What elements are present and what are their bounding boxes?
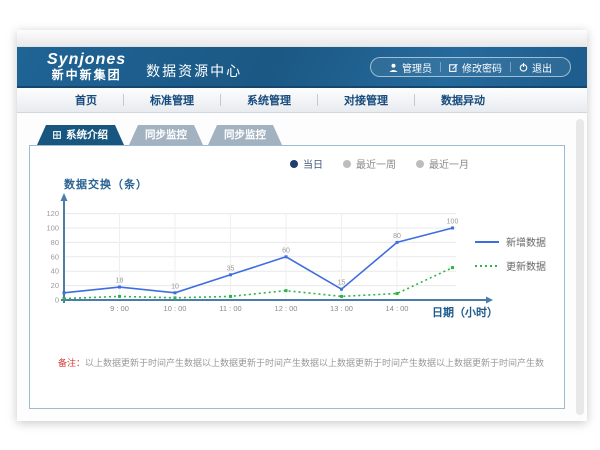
logo-secondary: 新中新集团 xyxy=(47,69,126,82)
chart-legend: 新增数据更新数据 xyxy=(475,234,546,273)
footnote: 备注：以上数据更新于时间产生数据以上数据更新于时间产生数据以上数据更新于时间产生… xyxy=(58,356,544,369)
svg-text:0: 0 xyxy=(55,296,59,305)
time-filter: 当日 最近一周 最近一月 xyxy=(290,156,469,171)
svg-text:10: 10 xyxy=(171,283,179,290)
radio-dot xyxy=(343,160,351,168)
radio-label: 当日 xyxy=(303,156,323,171)
svg-text:60: 60 xyxy=(282,247,290,254)
svg-text:13 : 00: 13 : 00 xyxy=(330,304,353,313)
tab-label: 同步监控 xyxy=(145,125,187,145)
content-area: 系统介绍同步监控同步监控 当日最近一周最近一月 数据交换（条） 02040608… xyxy=(17,113,587,421)
tab-label: 同步监控 xyxy=(224,125,266,145)
radio-label: 最近一月 xyxy=(429,156,469,171)
logo: Synjones 新中新集团 xyxy=(47,52,126,81)
tab-label: 系统介绍 xyxy=(66,125,108,145)
app-window: Synjones 新中新集团 数据资源中心 管理员修改密码退出 首页标准管理系统… xyxy=(17,30,587,421)
window-top-strip xyxy=(17,30,587,47)
user-menu-item-1[interactable]: 管理员 xyxy=(381,60,440,75)
tab-bar: 系统介绍 同步监控 同步监控 xyxy=(37,125,287,145)
user-menu-item-3[interactable]: 退出 xyxy=(511,60,560,75)
svg-text:35: 35 xyxy=(227,265,235,272)
svg-text:9 : 00: 9 : 00 xyxy=(110,304,129,313)
logo-primary: Synjones xyxy=(47,52,126,69)
radio-dot xyxy=(416,160,424,168)
page-title: 数据资源中心 xyxy=(146,61,242,81)
svg-text:60: 60 xyxy=(51,252,59,261)
header: Synjones 新中新集团 数据资源中心 管理员 修改密码 退出 xyxy=(17,47,587,88)
legend-label: 新增数据 xyxy=(506,234,546,249)
vertical-scrollbar[interactable] xyxy=(576,119,584,415)
tab-1[interactable]: 系统介绍 xyxy=(37,125,124,145)
chart-container: 0 20 40 60 80 100 120 9 : 00 10 : 00 11 : 00 12 : … xyxy=(40,190,500,318)
time-filter-option-1[interactable]: 当日 xyxy=(290,156,323,171)
logout-icon xyxy=(519,63,528,72)
footnote-text: 以上数据更新于时间产生数据以上数据更新于时间产生数据以上数据更新于时间产生数据以… xyxy=(85,358,544,368)
svg-text:120: 120 xyxy=(46,209,59,218)
chart-panel: 当日最近一周最近一月 数据交换（条） 0204060801001209 : 00… xyxy=(29,145,565,409)
nav-item-4[interactable]: 对接管理 xyxy=(318,92,414,108)
svg-text:100: 100 xyxy=(46,224,59,233)
user-menu-label: 退出 xyxy=(532,60,552,75)
user-menu: 管理员 修改密码 退出 xyxy=(370,57,571,77)
svg-text:80: 80 xyxy=(393,233,401,240)
svg-text:10 : 00: 10 : 00 xyxy=(164,304,187,313)
main-nav: 首页标准管理系统管理对接管理数据异动 xyxy=(17,88,587,113)
svg-text:18: 18 xyxy=(116,278,124,285)
legend-swatch xyxy=(475,263,499,269)
grid-icon xyxy=(53,131,61,139)
user-menu-label: 修改密码 xyxy=(462,60,502,75)
svg-text:15: 15 xyxy=(338,280,346,287)
svg-text:40: 40 xyxy=(51,267,59,276)
legend-item-2: 更新数据 xyxy=(475,258,546,273)
x-axis-title: 日期（小时） xyxy=(432,304,498,320)
legend-label: 更新数据 xyxy=(506,258,546,273)
user-icon xyxy=(389,63,398,72)
legend-item-1: 新增数据 xyxy=(475,234,546,249)
radio-dot xyxy=(290,160,298,168)
nav-item-2[interactable]: 标准管理 xyxy=(124,92,220,108)
svg-text:20: 20 xyxy=(51,281,59,290)
svg-text:100: 100 xyxy=(447,219,459,226)
time-filter-option-3[interactable]: 最近一月 xyxy=(416,156,469,171)
nav-item-5[interactable]: 数据异动 xyxy=(415,92,511,108)
svg-text:11 : 00: 11 : 00 xyxy=(219,304,241,313)
svg-text:80: 80 xyxy=(51,238,59,247)
time-filter-option-2[interactable]: 最近一周 xyxy=(343,156,396,171)
user-menu-label: 管理员 xyxy=(402,60,432,75)
svg-text:14 : 00: 14 : 00 xyxy=(386,304,409,313)
svg-text:12 : 00: 12 : 00 xyxy=(275,304,298,313)
legend-swatch xyxy=(475,239,499,245)
line-chart: 0 20 40 60 80 100 120 9 : 00 10 : 00 11 : 00 12 : … xyxy=(40,190,500,318)
tab-2[interactable]: 同步监控 xyxy=(129,125,203,145)
nav-item-1[interactable]: 首页 xyxy=(49,92,123,108)
nav-item-3[interactable]: 系统管理 xyxy=(221,92,317,108)
edit-icon xyxy=(449,63,458,72)
tab-3[interactable]: 同步监控 xyxy=(208,125,282,145)
user-menu-item-2[interactable]: 修改密码 xyxy=(441,60,510,75)
radio-label: 最近一周 xyxy=(356,156,396,171)
footnote-label: 备注： xyxy=(58,358,85,368)
